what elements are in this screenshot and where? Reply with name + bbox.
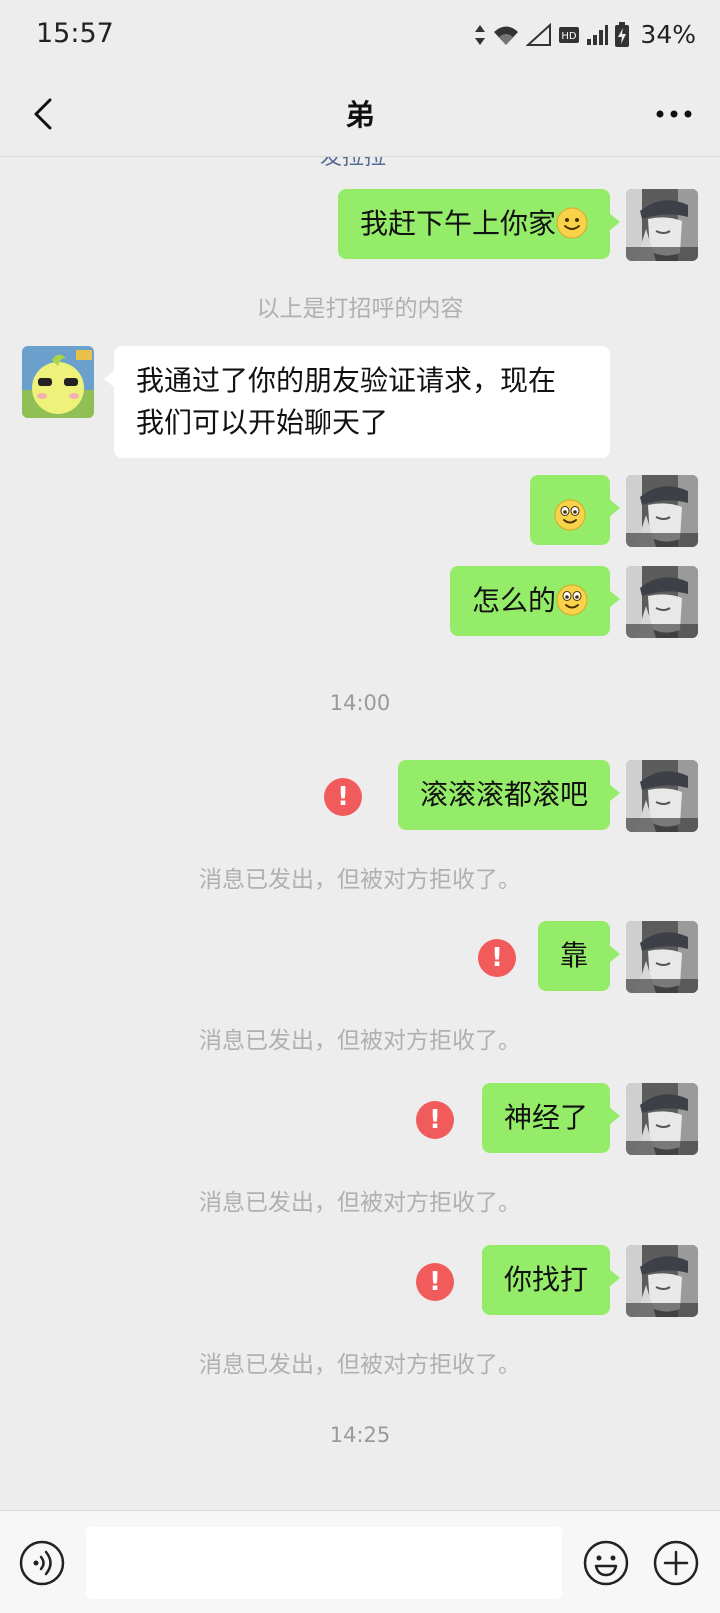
data-arrows-icon	[475, 24, 486, 45]
grin-emoji-icon	[556, 584, 588, 616]
my-avatar[interactable]	[626, 1083, 698, 1155]
cut-off-text: 发拉拉	[320, 157, 387, 170]
timestamp: 14:25	[329, 1423, 391, 1447]
my-message-bubble[interactable]: 你找打	[481, 1245, 621, 1315]
page-title: 弟	[345, 98, 375, 132]
input-bar	[0, 1510, 720, 1613]
system-message: 以上是打招呼的内容	[256, 296, 464, 322]
voice-icon[interactable]	[18, 1539, 66, 1587]
timestamp: 14:00	[329, 691, 391, 715]
signal-bars-icon	[587, 24, 609, 45]
message-text: 怎么的	[471, 584, 556, 617]
my-avatar[interactable]	[626, 189, 698, 261]
message-text: 我赶下午上你家	[359, 207, 556, 240]
battery-charging-icon	[615, 21, 630, 47]
rejected-notice: 消息已发出，但被对方拒收了。	[199, 867, 521, 893]
signal-icon	[526, 22, 552, 46]
battery-percent: 34%	[640, 20, 696, 49]
rejected-notice: 消息已发出，但被对方拒收了。	[199, 1352, 521, 1378]
failed-icon[interactable]: !	[416, 1101, 454, 1139]
failed-icon[interactable]: !	[478, 939, 516, 977]
emoji-icon[interactable]	[582, 1539, 630, 1587]
hd-icon: HD	[559, 26, 580, 43]
message-input[interactable]	[86, 1527, 562, 1599]
chat-area[interactable]: 发拉拉 我赶下午上你家 以上是打招呼的内容 我通过了你的朋友验证请求，现在 我们…	[0, 157, 720, 1510]
my-message-bubble[interactable]: 神经了	[481, 1083, 621, 1153]
svg-text:HD: HD	[562, 31, 578, 42]
rejected-notice: 消息已发出，但被对方拒收了。	[199, 1190, 521, 1216]
message-text: 神经了	[503, 1101, 588, 1134]
plus-icon[interactable]	[652, 1539, 700, 1587]
my-avatar[interactable]	[626, 566, 698, 638]
my-avatar[interactable]	[626, 1245, 698, 1317]
status-time: 15:57	[36, 18, 114, 49]
grin-emoji-icon	[554, 499, 586, 531]
my-message-bubble[interactable]: 怎么的	[449, 566, 621, 636]
failed-icon[interactable]: !	[324, 778, 362, 816]
message-text: 滚滚滚都滚吧	[419, 778, 588, 811]
message-text: 靠	[559, 939, 588, 972]
contact-message-bubble[interactable]: 我通过了你的朋友验证请求，现在 我们可以开始聊天了	[104, 346, 610, 458]
message-line: 我通过了你的朋友验证请求，现在	[136, 364, 557, 397]
my-message-bubble[interactable]: 靠	[537, 921, 621, 991]
message-line: 我们可以开始聊天了	[136, 406, 389, 439]
my-message-bubble[interactable]: 我赶下午上你家	[337, 189, 621, 259]
message-text: 你找打	[503, 1263, 588, 1296]
more-icon[interactable]	[652, 98, 696, 130]
contact-avatar[interactable]	[22, 346, 94, 418]
my-avatar[interactable]	[626, 921, 698, 993]
status-bar: 15:57 HD 34%	[0, 0, 720, 72]
my-avatar[interactable]	[626, 760, 698, 832]
smile-emoji-icon	[556, 207, 588, 239]
status-icons: HD 34%	[474, 20, 696, 49]
failed-icon[interactable]: !	[416, 1263, 454, 1301]
my-avatar[interactable]	[626, 475, 698, 547]
my-message-bubble[interactable]	[530, 475, 620, 545]
wifi-icon	[494, 26, 519, 45]
rejected-notice: 消息已发出，但被对方拒收了。	[199, 1028, 521, 1054]
my-message-bubble[interactable]: 滚滚滚都滚吧	[397, 760, 621, 830]
chat-header: 弟	[0, 72, 720, 157]
